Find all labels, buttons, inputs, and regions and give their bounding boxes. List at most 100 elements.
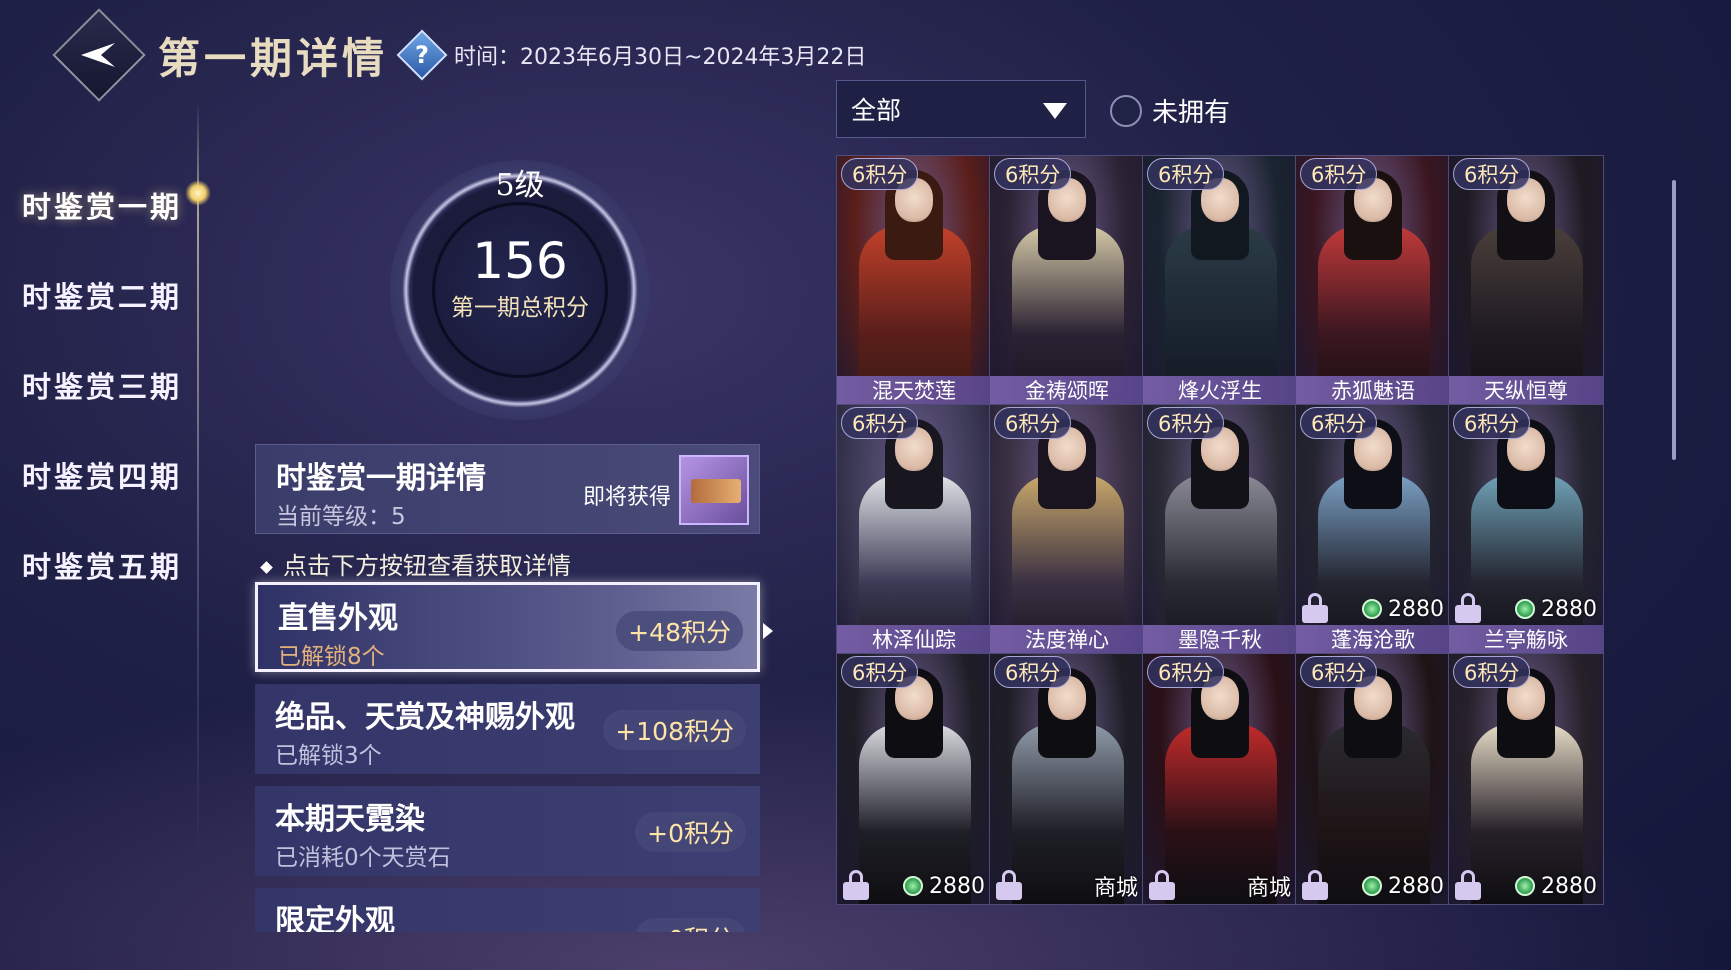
jade-currency-icon — [1515, 599, 1535, 619]
outfit-figure-image — [990, 405, 1144, 655]
outfit-name: 赤狐魅语 — [1296, 376, 1450, 406]
grid-scrollbar[interactable] — [1672, 180, 1676, 460]
price-value: 2880 — [1541, 873, 1597, 899]
help-icon[interactable]: ? — [396, 29, 448, 81]
outfit-figure-image — [1143, 405, 1297, 655]
outfit-name: 金祷颂晖 — [990, 376, 1144, 406]
nav-item-period-2[interactable]: 时鉴赏二期 — [22, 250, 212, 340]
outfit-card[interactable]: 6积分 赤狐魅语 — [1295, 155, 1451, 407]
lock-icon — [996, 870, 1022, 900]
jade-currency-icon — [903, 876, 923, 896]
outfit-card[interactable]: 6积分 2880 — [1448, 653, 1604, 905]
outfit-card[interactable]: 6积分墨隐千秋 — [1142, 404, 1298, 656]
nav-item-period-1[interactable]: 时鉴赏一期 — [22, 160, 212, 250]
time-label: 时间： — [454, 45, 521, 70]
lock-icon — [1149, 870, 1175, 900]
nav-item-period-3[interactable]: 时鉴赏三期 — [22, 340, 212, 430]
outfit-figure-image — [1449, 654, 1603, 904]
total-score: 156 — [472, 232, 568, 290]
unowned-filter-toggle[interactable]: 未拥有 — [1110, 92, 1230, 129]
nav-item-period-4[interactable]: 时鉴赏四期 — [22, 430, 212, 520]
outfit-figure-image — [990, 156, 1144, 406]
outfit-name: 兰亭觞咏 — [1449, 625, 1603, 655]
outfit-card[interactable]: 6积分混天焚莲 — [836, 155, 992, 407]
outfit-name: 墨隐千秋 — [1143, 625, 1297, 655]
category-direct-sale[interactable]: 直售外观 已解锁8个 +48积分 — [255, 582, 773, 672]
outfit-figure-image — [990, 654, 1144, 904]
points-badge: 6积分 — [841, 158, 919, 190]
outfit-card[interactable]: 6积分天纵恒尊 — [1448, 155, 1604, 407]
lock-icon — [1302, 870, 1328, 900]
outfit-figure-image — [1143, 156, 1297, 406]
outfit-card[interactable]: 6积分 2880 兰亭觞咏 — [1448, 404, 1604, 656]
points-badge: 6积分 — [1453, 656, 1531, 688]
reward-preview-image[interactable] — [679, 455, 749, 525]
outfit-figure-image — [1143, 654, 1297, 904]
jade-currency-icon — [1362, 876, 1382, 896]
price-value: 2880 — [1388, 596, 1444, 622]
points-badge: 6积分 — [1147, 407, 1225, 439]
price-value: 2880 — [1388, 873, 1444, 899]
category-title: 本期天霓染 — [275, 802, 425, 837]
back-button[interactable] — [52, 8, 146, 102]
outfit-card[interactable]: 6积分烽火浮生 — [1142, 155, 1298, 407]
outfit-figure-image — [837, 405, 991, 655]
score-ring: 5级 156 第一期总积分 — [370, 150, 670, 430]
outfit-figure-image — [837, 654, 991, 904]
header: 第一期详情 ? 时间： 2023年6月30日~2024年3月22日 — [52, 8, 866, 102]
shop-label: 商城 — [1093, 876, 1138, 901]
category-title: 限定外观 — [275, 904, 395, 932]
outfit-card[interactable]: 6积分 2880 — [1295, 653, 1451, 905]
chevron-down-icon — [1043, 103, 1067, 119]
outfit-name: 混天焚莲 — [837, 376, 991, 406]
lock-icon — [1455, 870, 1481, 900]
outfit-card[interactable]: 6积分 2880 蓬海沧歌 — [1295, 404, 1451, 656]
outfit-name: 法度禅心 — [990, 625, 1144, 655]
category-limited[interactable]: 限定外观 +0积分 — [255, 888, 760, 932]
radio-icon[interactable] — [1110, 94, 1142, 127]
selected-arrow-icon — [763, 623, 773, 639]
category-filter-select[interactable]: 全部 — [836, 80, 1086, 138]
period-nav: 时鉴赏一期 时鉴赏二期 时鉴赏三期 时鉴赏四期 时鉴赏五期 — [22, 160, 212, 610]
hint-text: 点击下方按钮查看获取详情 — [260, 546, 571, 581]
outfit-name: 天纵恒尊 — [1449, 376, 1603, 406]
price-tag: 2880 — [1515, 595, 1597, 623]
current-level: 当前等级：5 — [276, 504, 406, 530]
points-badge: 6积分 — [994, 158, 1072, 190]
outfit-card[interactable]: 6积分 林泽仙踪 — [836, 404, 992, 656]
points-badge: 6积分 — [994, 656, 1072, 688]
outfit-card[interactable]: 6积分金祷颂晖 — [989, 155, 1145, 407]
price-tag: 2880 — [1515, 872, 1597, 900]
total-score-label: 第一期总积分 — [451, 295, 589, 321]
category-dye[interactable]: 本期天霓染 已消耗0个天赏石 +0积分 — [255, 786, 760, 876]
outfit-card[interactable]: 6积分 2880 — [836, 653, 992, 905]
points-badge: 6积分 — [1300, 656, 1378, 688]
price-tag: 2880 — [1362, 872, 1444, 900]
page-title: 第一期详情 — [158, 33, 389, 83]
outfit-card[interactable]: 6积分 商城 — [1142, 653, 1298, 905]
category-points: +48积分 — [616, 611, 743, 651]
points-badge: 6积分 — [1453, 407, 1531, 439]
category-sub: 已解锁8个 — [278, 644, 385, 670]
outfit-name: 烽火浮生 — [1143, 376, 1297, 406]
outfit-card[interactable]: 6积分 法度禅心 — [989, 404, 1145, 656]
price-tag: 2880 — [903, 872, 985, 900]
category-title: 直售外观 — [278, 601, 398, 636]
category-premium[interactable]: 绝品、天赏及神赐外观 已解锁3个 +108积分 — [255, 684, 760, 774]
nav-item-period-5[interactable]: 时鉴赏五期 — [22, 520, 212, 610]
outfit-card[interactable]: 6积分商城 — [989, 653, 1145, 905]
category-points: +0积分 — [635, 918, 746, 932]
category-title: 绝品、天赏及神赐外观 — [275, 700, 575, 735]
outfit-figure-image — [837, 156, 991, 406]
points-badge: 6积分 — [1147, 656, 1225, 688]
points-badge: 6积分 — [1453, 158, 1531, 190]
points-badge: 6积分 — [1300, 407, 1378, 439]
period-detail-card[interactable]: 时鉴赏一期详情 当前等级：5 即将获得 — [255, 444, 760, 534]
category-sub: 已解锁3个 — [275, 743, 382, 769]
points-badge: 6积分 — [1147, 158, 1225, 190]
outfit-name: 蓬海沧歌 — [1296, 625, 1450, 655]
detail-title: 时鉴赏一期详情 — [276, 461, 486, 496]
back-arrow-icon — [81, 43, 115, 67]
jade-currency-icon — [1362, 599, 1382, 619]
jade-currency-icon — [1515, 876, 1535, 896]
